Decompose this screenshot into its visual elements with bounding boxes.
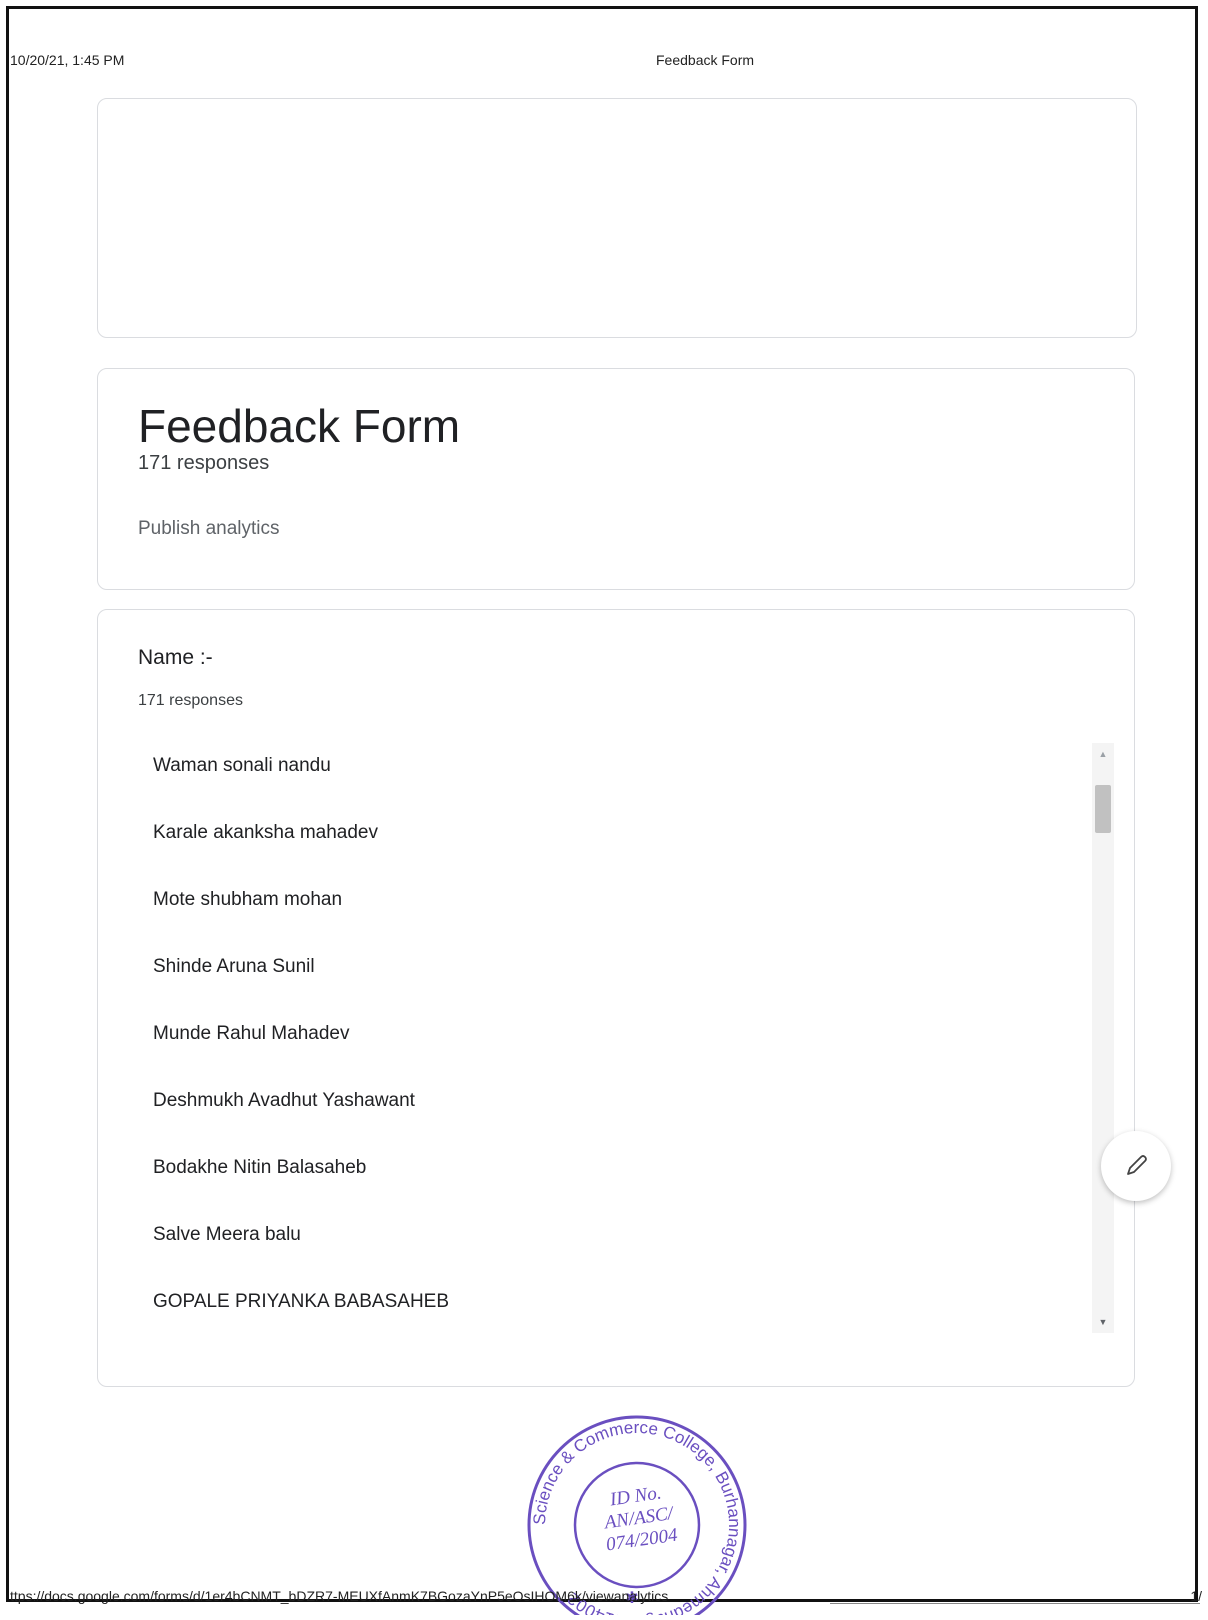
response-item: Waman sonali nandu <box>153 755 331 776</box>
form-title: Feedback Form <box>138 400 461 452</box>
print-header: 10/20/21, 1:45 PM Feedback Form <box>10 52 1198 72</box>
scroll-up-icon[interactable]: ▲ <box>1092 747 1114 761</box>
total-responses: 171 responses <box>138 452 270 474</box>
edit-button[interactable] <box>1101 1131 1171 1201</box>
response-item: Bodakhe Nitin Balasaheb <box>153 1157 367 1178</box>
print-datetime: 10/20/21, 1:45 PM <box>10 52 125 68</box>
response-list-scrollbar[interactable]: ▲ ▼ <box>1092 743 1114 1333</box>
response-item: Mote shubham mohan <box>153 889 343 910</box>
page-url: ttps://docs.google.com/forms/d/1er4bCNMT… <box>10 1588 669 1604</box>
print-title: Feedback Form <box>656 52 755 68</box>
question-title: Name :- <box>138 646 213 669</box>
response-item: Salve Meera balu <box>153 1224 301 1245</box>
college-stamp: Science & Commerce College, Burhannagar,… <box>522 1410 752 1620</box>
footer-divider <box>830 1603 1200 1604</box>
scrollbar-thumb[interactable] <box>1095 785 1111 833</box>
response-list[interactable]: Waman sonali nandu Karale akanksha mahad… <box>153 755 1053 1358</box>
response-item: Shinde Aruna Sunil <box>153 956 315 977</box>
publish-analytics-link[interactable]: Publish analytics <box>138 518 280 540</box>
response-item: Munde Rahul Mahadev <box>153 1023 350 1044</box>
page-number: 1/ <box>1190 1588 1202 1604</box>
question-card: Name :- 171 responses Waman sonali nandu… <box>97 609 1135 1387</box>
scroll-down-icon[interactable]: ▼ <box>1092 1315 1114 1329</box>
header-banner-card <box>97 98 1137 338</box>
response-item: Karale akanksha mahadev <box>153 822 378 843</box>
response-item: Deshmukh Avadhut Yashawant <box>153 1090 415 1111</box>
pencil-icon <box>1127 1155 1147 1175</box>
question-responses: 171 responses <box>138 692 243 709</box>
form-title-card: Feedback Form 171 responses Publish anal… <box>97 368 1135 590</box>
print-footer: ttps://docs.google.com/forms/d/1er4bCNMT… <box>10 1588 1202 1610</box>
response-item: GOPALE PRIYANKA BABASAHEB <box>153 1291 450 1312</box>
